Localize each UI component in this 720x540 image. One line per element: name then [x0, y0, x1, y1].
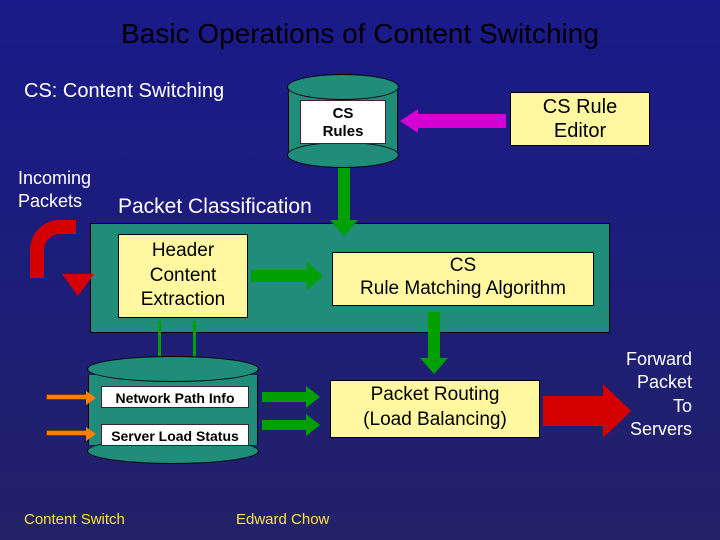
arrow-into-cyl-1: [46, 394, 88, 400]
cs-rules-cylinder: CSRules: [288, 82, 398, 160]
forward-packet-label: ForwardPacketToServers: [626, 348, 692, 442]
rule-matching-box: CSRule Matching Algorithm: [332, 252, 594, 306]
arrow-into-cyl-2: [46, 430, 88, 436]
incoming-arrow-icon: [30, 220, 76, 278]
incoming-packets-label: IncomingPackets: [18, 167, 91, 214]
arrow-cyl-to-routing-1: [262, 392, 308, 402]
slide-title: Basic Operations of Content Switching: [0, 18, 720, 50]
subtitle: CS: Content Switching: [24, 80, 224, 103]
arrow-editor-to-rules: [416, 114, 506, 128]
packet-routing-box: Packet Routing(Load Balancing): [330, 380, 540, 438]
footer-left: Content Switch: [24, 511, 125, 528]
arrow-forward-icon: [543, 396, 605, 426]
cs-rule-editor-box: CS RuleEditor: [510, 92, 650, 146]
cs-rules-label: CSRules: [300, 100, 386, 144]
server-load-status-label: Server Load Status: [101, 424, 249, 446]
arrow-matching-to-routing: [428, 312, 440, 360]
arrow-hce-to-matching: [251, 270, 309, 282]
packet-classification-label: Packet Classification: [118, 195, 312, 219]
footer-author: Edward Chow: [236, 511, 329, 528]
header-content-extraction-box: HeaderContentExtraction: [118, 234, 248, 318]
network-path-info-label: Network Path Info: [101, 386, 249, 408]
arrow-cyl-to-routing-2: [262, 420, 308, 430]
arrow-rules-to-classification: [338, 168, 350, 222]
